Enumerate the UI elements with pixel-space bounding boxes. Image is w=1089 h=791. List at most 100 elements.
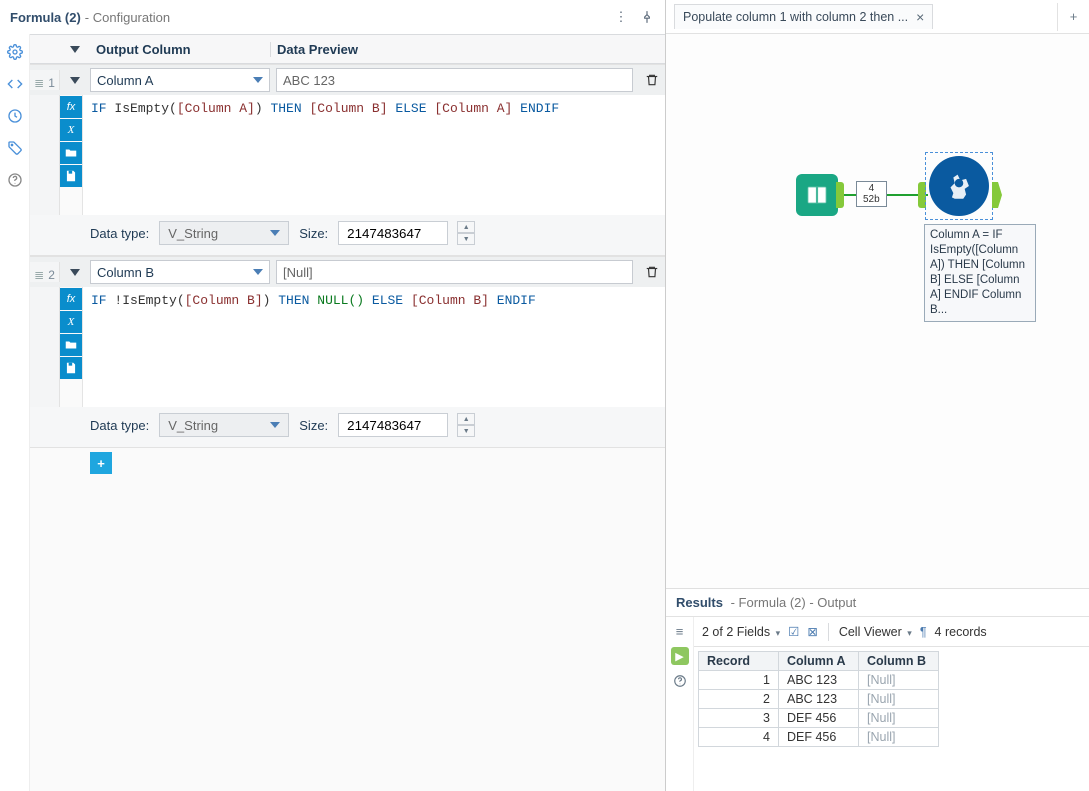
- delete-expression-button[interactable]: [639, 73, 665, 87]
- config-side-toolbar: [0, 34, 30, 791]
- clock-icon[interactable]: [5, 106, 25, 126]
- formula-node-annotation: Column A = IF IsEmpty([Column A]) THEN […: [924, 224, 1036, 322]
- cell-column-a: ABC 123: [779, 671, 859, 690]
- cell-column-b: [Null]: [859, 671, 939, 690]
- delete-expression-button[interactable]: [639, 265, 665, 279]
- table-row[interactable]: 3DEF 456[Null]: [699, 709, 939, 728]
- connection-bytecount: 52b: [863, 194, 880, 205]
- cell-column-a: ABC 123: [779, 690, 859, 709]
- save-expression-button[interactable]: [60, 357, 82, 379]
- header-output-column: Output Column: [90, 42, 270, 57]
- results-table: RecordColumn AColumn B 1ABC 123[Null]2AB…: [698, 651, 939, 747]
- cell-viewer-label: Cell Viewer: [839, 625, 902, 639]
- fx-insert-button[interactable]: fx: [60, 288, 82, 310]
- gear-icon[interactable]: [5, 42, 25, 62]
- input-node[interactable]: [796, 174, 838, 216]
- formula-block-2-row: ≣ 2 Column B [Null]: [30, 257, 665, 287]
- cell-record: 1: [699, 671, 779, 690]
- variable-insert-button[interactable]: X: [60, 119, 82, 141]
- expression-editor[interactable]: IF IsEmpty([Column A]) THEN [Column B] E…: [82, 95, 665, 215]
- drag-handle-icon[interactable]: ≣: [34, 268, 44, 282]
- code-icon[interactable]: [5, 74, 25, 94]
- collapse-icon[interactable]: [70, 77, 80, 84]
- configuration-panel: Formula (2) - Configuration ⋮: [0, 0, 666, 791]
- size-step-down[interactable]: ▼: [457, 425, 475, 437]
- size-input[interactable]: [338, 221, 448, 245]
- pin-icon[interactable]: [637, 7, 657, 27]
- help-icon[interactable]: [5, 170, 25, 190]
- output-column-select[interactable]: Column B: [90, 260, 270, 284]
- formula-node-selected[interactable]: [925, 152, 993, 220]
- connection-rowcount: 4: [863, 183, 880, 194]
- cell-column-b: [Null]: [859, 690, 939, 709]
- dropdown-icon: [270, 230, 280, 236]
- folder-button[interactable]: [60, 334, 82, 356]
- variable-insert-button[interactable]: X: [60, 311, 82, 333]
- folder-button[interactable]: [60, 142, 82, 164]
- check-mode-icon[interactable]: ☑: [788, 624, 799, 639]
- right-panel: Populate column 1 with column 2 then ...…: [666, 0, 1089, 791]
- size-step-up[interactable]: ▲: [457, 413, 475, 425]
- fields-dropdown[interactable]: 2 of 2 Fields ▾: [702, 625, 780, 639]
- table-row[interactable]: 4DEF 456[Null]: [699, 728, 939, 747]
- data-type-value: V_String: [168, 226, 270, 241]
- canvas-tab[interactable]: Populate column 1 with column 2 then ...…: [674, 4, 933, 29]
- formula-block-index: 1: [48, 76, 55, 90]
- results-column-header[interactable]: Column B: [859, 652, 939, 671]
- results-toolbar: 2 of 2 Fields ▾ ☑ ⊠ Cell Viewer ▾ ¶ 4 re…: [694, 617, 1089, 647]
- formula-block-2: ≣ 2 Column B [Null]: [30, 256, 665, 448]
- output-anchor-icon[interactable]: ▶: [671, 647, 689, 665]
- collapse-all-icon[interactable]: [70, 46, 80, 53]
- data-type-select[interactable]: V_String: [159, 413, 289, 437]
- formula-block-1: ≣ 1 Column A ABC 123: [30, 64, 665, 256]
- close-tab-icon[interactable]: ×: [916, 9, 924, 25]
- record-count: 4 records: [935, 625, 987, 639]
- formula-node[interactable]: [929, 156, 989, 216]
- dropdown-icon: [253, 269, 263, 275]
- size-label: Size:: [299, 226, 328, 241]
- cell-column-a: DEF 456: [779, 709, 859, 728]
- cell-column-a: DEF 456: [779, 728, 859, 747]
- preview-text: ABC 123: [283, 73, 335, 88]
- data-type-value: V_String: [168, 418, 270, 433]
- drag-handle-icon[interactable]: ≣: [34, 76, 44, 90]
- help-icon[interactable]: [672, 673, 688, 689]
- clear-icon[interactable]: ⊠: [807, 624, 817, 639]
- list-icon[interactable]: ≡: [672, 623, 688, 639]
- results-panel: ≡ ▶ 2 of 2 Fields ▾ ☑ ⊠ Cell Viewer: [666, 616, 1089, 791]
- size-step-up[interactable]: ▲: [457, 221, 475, 233]
- cell-record: 4: [699, 728, 779, 747]
- expression-editor[interactable]: IF !IsEmpty([Column B]) THEN NULL() ELSE…: [82, 287, 665, 407]
- cell-record: 3: [699, 709, 779, 728]
- formula-node-out-anchor[interactable]: [992, 182, 1002, 208]
- table-row[interactable]: 1ABC 123[Null]: [699, 671, 939, 690]
- results-column-header[interactable]: Record: [699, 652, 779, 671]
- save-expression-button[interactable]: [60, 165, 82, 187]
- cell-column-b: [Null]: [859, 709, 939, 728]
- add-expression-button[interactable]: +: [90, 452, 112, 474]
- tag-icon[interactable]: [5, 138, 25, 158]
- results-column-header[interactable]: Column A: [779, 652, 859, 671]
- data-type-label: Data type:: [90, 418, 149, 433]
- data-type-select[interactable]: V_String: [159, 221, 289, 245]
- formula-block-index: 2: [48, 268, 55, 282]
- size-input[interactable]: [338, 413, 448, 437]
- dropdown-icon: [253, 77, 263, 83]
- more-options-icon[interactable]: ⋮: [611, 7, 631, 27]
- output-column-value: Column B: [97, 265, 154, 280]
- cell-column-b: [Null]: [859, 728, 939, 747]
- paragraph-icon[interactable]: ¶: [920, 625, 927, 639]
- new-tab-button[interactable]: +: [1057, 3, 1089, 31]
- workflow-canvas[interactable]: 4 52b Column A = IF IsEmpty([Column A]) …: [666, 34, 1089, 589]
- size-step-down[interactable]: ▼: [457, 233, 475, 245]
- fx-insert-button[interactable]: fx: [60, 96, 82, 118]
- table-row[interactable]: 2ABC 123[Null]: [699, 690, 939, 709]
- collapse-icon[interactable]: [70, 269, 80, 276]
- output-column-select[interactable]: Column A: [90, 68, 270, 92]
- configuration-title: Formula (2): [10, 10, 81, 25]
- fields-label: 2 of 2 Fields: [702, 625, 770, 639]
- connection-badge: 4 52b: [856, 181, 887, 207]
- cell-viewer-dropdown[interactable]: Cell Viewer ▾: [839, 625, 912, 639]
- formula-grid-area: Output Column Data Preview ≣ 1 Column A: [30, 34, 665, 791]
- input-node-out-anchor[interactable]: [836, 182, 844, 208]
